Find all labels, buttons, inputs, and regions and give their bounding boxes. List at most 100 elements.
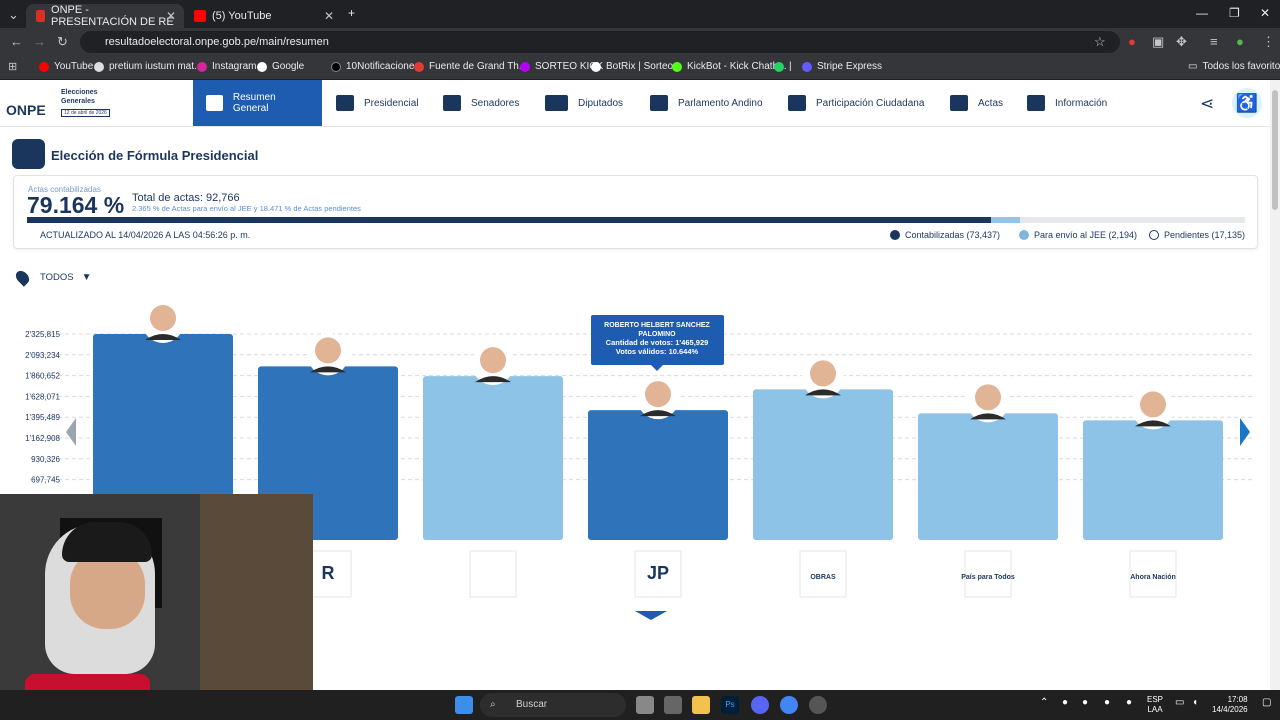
bookmark-pretium[interactable]: pretium iustum mat... [94, 61, 202, 72]
forward-icon[interactable]: → [33, 34, 46, 49]
nav-senadores[interactable]: Senadores [443, 80, 519, 126]
reading-list-icon[interactable]: ≡ [1210, 34, 1218, 49]
tray-app-icon[interactable]: ● [1104, 698, 1110, 708]
bookmark-kickbot[interactable]: KickBot - Kick Chatb... [672, 61, 786, 72]
bookmark-grand-theft[interactable]: Fuente de Grand Th... [414, 61, 527, 72]
chrome-icon[interactable] [780, 696, 798, 714]
app-icon[interactable] [809, 696, 827, 714]
back-icon[interactable]: ← [10, 34, 23, 49]
accessibility-icon[interactable]: ♿ [1232, 88, 1262, 118]
discord-icon[interactable] [751, 696, 769, 714]
nav-presidencial[interactable]: Presidencial [336, 80, 418, 126]
task-view-icon[interactable] [636, 696, 654, 714]
bookmark-whatsapp[interactable]: | [774, 61, 792, 72]
actas-summary-card: Actas contabilizadas 79.164 % Total de a… [13, 175, 1258, 249]
close-window-icon[interactable]: ✕ [1260, 6, 1270, 20]
bookmark-google[interactable]: Google [257, 61, 304, 72]
y-tick-label: 1'395,489 [25, 413, 60, 422]
y-tick-label: 2'325,815 [25, 330, 60, 339]
url-input[interactable]: resultadoelectoral.onpe.gob.pe/main/resu… [80, 31, 1120, 53]
nav-informacion[interactable]: Información [1027, 80, 1107, 126]
whatsapp-icon [774, 61, 784, 72]
y-tick-label: 930,326 [31, 455, 60, 464]
restore-icon[interactable]: ❐ [1229, 6, 1240, 20]
candidate-face [150, 305, 176, 331]
nav-parlamento-andino[interactable]: Parlamento Andino [650, 80, 763, 126]
windows-taskbar: ⌕ Buscar Ps ⌃ ● ● ● ● ESP LAA ▭ ◖ 17:08 14… [0, 690, 1280, 720]
info-icon [1027, 95, 1045, 111]
bookmark-star-icon[interactable]: ☆ [1094, 34, 1106, 50]
reload-icon[interactable]: ↻ [57, 34, 68, 50]
webcam-door [200, 494, 313, 720]
party-logo-label: R [322, 563, 335, 583]
bookmark-stripe[interactable]: Stripe Express [802, 61, 882, 72]
parliament-icon [650, 95, 668, 111]
webcam-overlay [0, 494, 313, 720]
microphone-icon[interactable]: ● [1126, 698, 1132, 708]
location-pin-icon [13, 267, 32, 287]
extension-icon[interactable]: ▣ [1152, 34, 1164, 50]
candidate-bar[interactable] [423, 376, 563, 540]
candidate-bar[interactable] [753, 389, 893, 540]
tray-overflow-icon[interactable]: ⌃ [1040, 698, 1048, 708]
onpe-logo[interactable]: ONPE Elecciones Generales 12 de abril de… [6, 86, 116, 122]
candidate-bar[interactable] [1083, 420, 1223, 540]
bookmark-instagram[interactable]: Instagram [197, 61, 256, 72]
legend-dot [1149, 230, 1159, 240]
tab-onpe[interactable]: ONPE - PRESENTACIÓN DE RE ✕ [26, 4, 184, 28]
candidate-face [645, 381, 671, 408]
share-icon[interactable]: ⋖ [1200, 94, 1214, 114]
volume-icon[interactable]: ◖ [1192, 698, 1198, 708]
tray-app-icon[interactable]: ● [1062, 698, 1068, 708]
file-explorer-icon[interactable] [692, 696, 710, 714]
site-header: ONPE Elecciones Generales 12 de abril de… [0, 80, 1280, 127]
party-logo-label: Ahora Nación [1130, 574, 1176, 581]
taskbar-search[interactable]: ⌕ Buscar [480, 693, 626, 717]
minimize-icon[interactable]: — [1196, 6, 1208, 20]
nav-resumen-general[interactable]: Resumen General [193, 80, 322, 126]
national-shield-icon [12, 139, 45, 169]
profile-avatar[interactable]: ● [1236, 34, 1244, 49]
language-indicator[interactable]: ESP LAA [1147, 695, 1163, 715]
candidate-face [975, 384, 1001, 411]
stripe-icon [802, 61, 812, 72]
senate-icon [443, 95, 461, 111]
tab-youtube[interactable]: (5) YouTube ✕ [184, 4, 342, 28]
logo-text: ONPE [6, 102, 46, 118]
candidate-bar[interactable] [918, 413, 1058, 540]
nav-diputados[interactable]: Diputados [545, 80, 623, 126]
network-icon[interactable]: ▭ [1175, 698, 1184, 708]
bookmarks-folder[interactable]: ▭ Todos los favoritos [1188, 61, 1280, 72]
bookmark-10notificaciones[interactable]: 10Notificaciones [331, 61, 419, 72]
notifications-icon[interactable]: ▢ [1262, 698, 1271, 708]
photoshop-icon[interactable]: Ps [721, 696, 739, 714]
tooltip-text: ROBERTO HELBERT SANCHEZ [604, 322, 710, 329]
scrollbar-thumb[interactable] [1272, 90, 1278, 210]
extension-icon[interactable]: ● [1128, 34, 1136, 49]
extensions-puzzle-icon[interactable]: ✥ [1176, 34, 1187, 50]
windows-start-icon[interactable] [455, 696, 473, 714]
carousel-next-icon[interactable] [1240, 418, 1250, 446]
party-logo-label: JP [647, 563, 669, 583]
close-tab-icon[interactable]: ✕ [324, 9, 334, 23]
search-label: Buscar [516, 699, 548, 710]
tab-list-icon[interactable]: ⌄ [8, 7, 19, 23]
close-tab-icon[interactable]: ✕ [166, 9, 176, 23]
app-icon[interactable] [664, 696, 682, 714]
candidate-bar[interactable] [588, 410, 728, 540]
x-icon [331, 61, 341, 72]
bookmark-botrix[interactable]: BotRix | Sorteos [591, 61, 678, 72]
menu-icon[interactable]: ⋮ [1262, 34, 1275, 50]
site-icon [414, 61, 424, 72]
nav-actas[interactable]: Actas [950, 80, 1003, 126]
carousel-prev-icon[interactable] [66, 418, 76, 446]
region-filter[interactable]: TODOS ▼ [13, 267, 92, 287]
nav-participacion-ciudadana[interactable]: Participación Ciudadana [788, 80, 924, 126]
new-tab-icon[interactable]: + [348, 6, 355, 20]
page-title: Elección de Fórmula Presidencial [51, 148, 259, 163]
bookmark-youtube[interactable]: YouTube [39, 61, 93, 72]
clock[interactable]: 17:08 14/4/2026 [1212, 695, 1248, 715]
apps-icon[interactable]: ⊞ [8, 60, 17, 73]
tray-app-icon[interactable]: ● [1082, 698, 1088, 708]
onpe-favicon [36, 10, 46, 22]
